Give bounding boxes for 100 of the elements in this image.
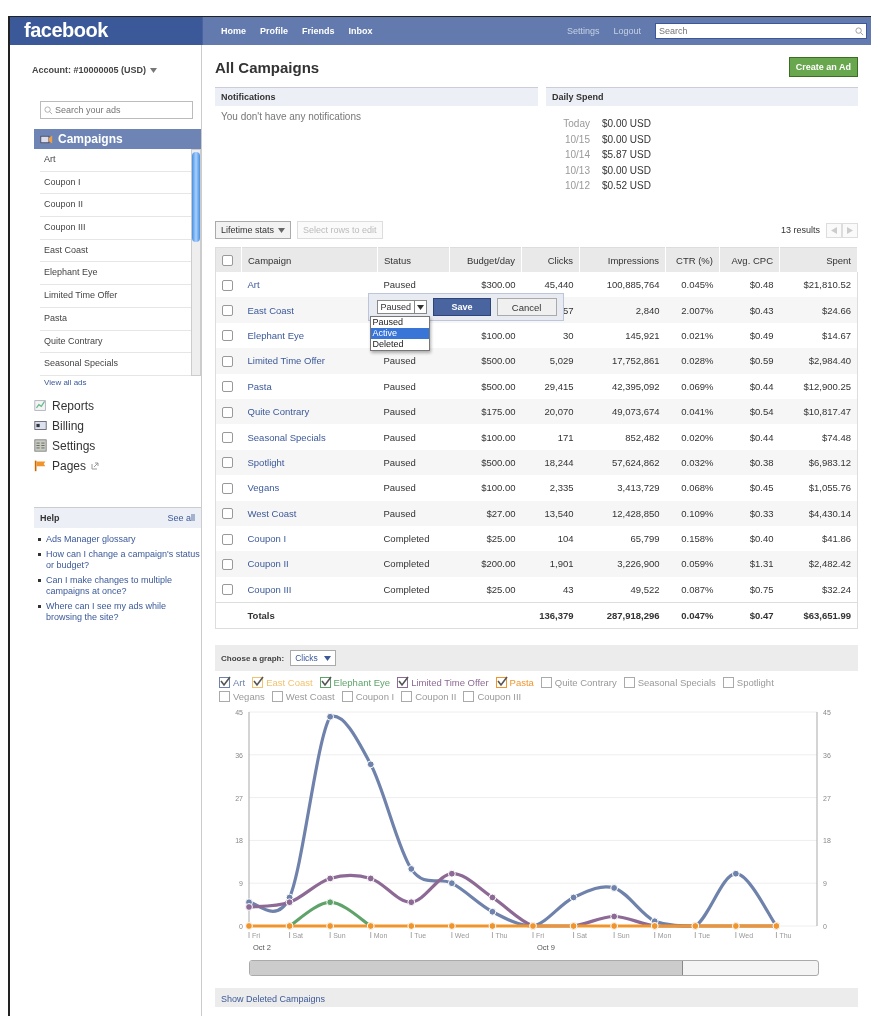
row-checkbox[interactable] <box>222 305 233 317</box>
column-header[interactable]: CTR (%) <box>665 247 720 272</box>
campaign-link[interactable]: Coupon II <box>247 558 289 570</box>
flag-icon <box>34 459 47 473</box>
row-checkbox[interactable] <box>222 406 233 418</box>
legend-checkbox[interactable] <box>252 677 264 689</box>
row-checkbox[interactable] <box>222 533 233 545</box>
table-cell: 49,073,674 <box>611 406 660 418</box>
nav-link[interactable]: Profile <box>260 26 289 36</box>
legend-checkbox[interactable] <box>341 691 353 703</box>
sidebar-nav-item[interactable]: Pages <box>34 458 201 473</box>
column-header[interactable]: Spent <box>779 247 858 272</box>
legend-checkbox[interactable] <box>271 691 283 703</box>
row-checkbox[interactable] <box>222 508 233 520</box>
campaign-link[interactable]: Coupon III <box>247 583 292 595</box>
table-cell: 30 <box>562 329 574 341</box>
range-scrollbar[interactable] <box>249 960 819 977</box>
legend-toggle[interactable]: Limited Time Offer <box>397 677 489 689</box>
previous-page-button[interactable] <box>826 222 842 238</box>
table-cell: 3,226,900 <box>617 558 660 570</box>
sidebar-nav-item[interactable]: Settings <box>34 438 201 453</box>
row-checkbox[interactable] <box>222 279 233 291</box>
nav-link[interactable]: Friends <box>302 26 335 36</box>
sidebar-nav-item[interactable]: Reports <box>34 398 201 413</box>
campaign-link[interactable]: East Coast <box>247 304 294 316</box>
table-cell: Completed <box>383 533 430 545</box>
legend-checkbox[interactable] <box>463 691 475 703</box>
row-checkbox[interactable] <box>222 432 233 444</box>
legend-checkbox[interactable] <box>219 691 230 703</box>
nav-link[interactable]: Home <box>221 26 246 36</box>
legend-checkbox[interactable] <box>319 677 331 689</box>
nav-link[interactable]: Inbox <box>348 26 373 36</box>
campaign-link[interactable]: West Coast <box>247 507 297 519</box>
list-scrollbar[interactable] <box>191 149 201 376</box>
metric-dropdown[interactable]: Clicks <box>290 650 336 667</box>
select-all-checkbox[interactable] <box>222 255 233 266</box>
column-header[interactable]: Clicks <box>521 247 580 272</box>
column-header[interactable]: Campaign <box>241 247 378 272</box>
search-field[interactable]: Search your ads <box>40 101 193 119</box>
campaign-link[interactable]: Spotlight <box>247 456 285 468</box>
legend-checkbox[interactable] <box>219 677 230 689</box>
save-button[interactable]: Save <box>433 298 491 317</box>
sidebar-nav-item[interactable]: Billing <box>34 418 201 433</box>
campaign-link[interactable]: Seasonal Specials <box>247 431 326 443</box>
table-cell: 0.045% <box>681 279 714 291</box>
data-point <box>326 713 335 722</box>
status-select[interactable]: Paused <box>376 300 428 315</box>
campaign-link[interactable]: Vegans <box>247 482 280 494</box>
dropdown-option[interactable]: Paused <box>370 317 429 329</box>
spend-amount: $0.00 USD <box>602 164 652 176</box>
legend-checkbox[interactable] <box>540 677 552 689</box>
row-checkbox[interactable] <box>222 482 233 494</box>
spend-date: 10/13 <box>563 164 590 176</box>
legend-checkbox[interactable] <box>623 677 635 689</box>
logo[interactable]: facebook <box>10 17 202 45</box>
column-header[interactable]: Impressions <box>579 247 666 272</box>
row-checkbox[interactable] <box>222 355 233 367</box>
search-field[interactable]: Search <box>655 23 867 39</box>
campaigns-header[interactable]: Campaigns <box>34 129 201 149</box>
table-cell: $0.44 <box>749 431 774 443</box>
dropdown-option[interactable]: Deleted <box>370 339 429 351</box>
help-link[interactable]: Can I make changes to multiple campaigns at once? <box>46 574 201 597</box>
view-all-link[interactable]: View all ads <box>44 377 87 387</box>
table-cell: $0.54 <box>749 406 774 418</box>
legend-checkbox[interactable] <box>495 677 507 689</box>
column-header[interactable]: Avg. CPC <box>719 247 780 272</box>
row-checkbox[interactable] <box>222 457 233 469</box>
help-link[interactable]: Ads Manager glossary <box>46 533 136 545</box>
spend-date: 10/12 <box>563 180 590 191</box>
table-cell: $0.40 <box>749 533 774 545</box>
campaign-link[interactable]: Art <box>247 279 260 291</box>
cancel-button[interactable]: Cancel <box>496 298 557 317</box>
column-header[interactable]: Budget/day <box>449 247 522 272</box>
stats-dropdown[interactable]: Lifetime stats <box>215 221 292 239</box>
help-link[interactable]: How can I change a campaign's status or budget? <box>46 548 201 571</box>
legend-checkbox[interactable] <box>722 677 734 689</box>
show-deleted-link[interactable]: Show Deleted Campaigns <box>221 994 326 1005</box>
dropdown-option[interactable]: Active <box>370 328 429 340</box>
row-checkbox[interactable] <box>222 584 233 596</box>
column-header[interactable]: Status <box>377 247 450 272</box>
campaign-link[interactable]: Coupon I <box>247 533 287 545</box>
totals-cell: $63,651.99 <box>803 610 851 622</box>
table-cell: $4,430.14 <box>808 507 851 519</box>
caret-icon <box>323 655 331 661</box>
next-page-button[interactable] <box>842 222 858 238</box>
row-checkbox[interactable] <box>222 559 233 570</box>
account-selector[interactable]: Account: #10000005 (USD) <box>10 65 201 75</box>
legend-toggle[interactable]: Art <box>219 677 246 689</box>
legend-checkbox[interactable] <box>401 691 413 703</box>
campaign-link[interactable]: Elephant Eye <box>247 329 304 341</box>
search-icon <box>855 27 864 36</box>
campaign-link[interactable]: Pasta <box>247 380 272 392</box>
help-link[interactable]: Where can I see my ads while browsing the site? <box>46 600 201 623</box>
see-all-link[interactable]: See all <box>167 512 195 523</box>
table-cell: 65,799 <box>630 533 660 545</box>
empty-message: You don't have any notifications <box>220 110 362 124</box>
row-checkbox[interactable] <box>222 381 233 393</box>
legend-checkbox[interactable] <box>397 677 409 689</box>
totals-cell: 136,379 <box>539 610 574 622</box>
row-checkbox[interactable] <box>222 330 233 342</box>
